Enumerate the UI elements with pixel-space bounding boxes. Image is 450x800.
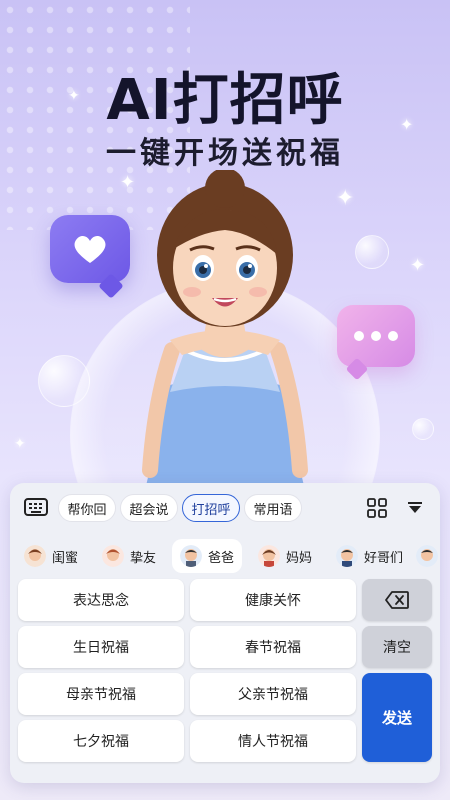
- backspace-icon: [385, 591, 409, 609]
- heart-chat-icon: [50, 215, 130, 283]
- avatar: [416, 545, 438, 567]
- contact-label: 闺蜜: [52, 550, 79, 566]
- bubble-decoration: [412, 418, 434, 440]
- phrase-key[interactable]: 母亲节祝福: [18, 673, 184, 715]
- contact-label: 妈妈: [286, 550, 313, 566]
- send-button[interactable]: 发送: [362, 673, 432, 762]
- avatar: [258, 545, 280, 567]
- phrase-key[interactable]: 健康关怀: [190, 579, 356, 621]
- tab-greeting[interactable]: 打招呼: [182, 494, 240, 522]
- character-illustration: [142, 170, 308, 490]
- contact-item[interactable]: 闺蜜: [16, 539, 86, 573]
- backspace-button[interactable]: [362, 579, 432, 621]
- contact-item-selected[interactable]: 爸爸: [172, 539, 243, 573]
- tab-smooth-talk[interactable]: 超会说: [120, 494, 178, 522]
- bubble-decoration: [355, 235, 389, 269]
- bubble-decoration: [38, 355, 90, 407]
- contact-item[interactable]: 挚友: [94, 539, 164, 573]
- contact-list: 闺蜜 挚友 爸爸 妈妈 好哥们: [10, 535, 440, 575]
- phrase-key[interactable]: 生日祝福: [18, 626, 184, 668]
- contact-label: 好哥们: [364, 550, 404, 566]
- contact-item[interactable]: 好哥们: [328, 539, 411, 573]
- phrase-key[interactable]: 情人节祝福: [190, 720, 356, 762]
- clear-button[interactable]: 清空: [362, 626, 432, 668]
- avatar: [336, 545, 358, 567]
- tab-common-phrases[interactable]: 常用语: [244, 494, 302, 522]
- phrase-key[interactable]: 父亲节祝福: [190, 673, 356, 715]
- toolbar: 帮你回 超会说 打招呼 常用语: [10, 483, 440, 533]
- avatar: [180, 545, 202, 567]
- contact-label: 爸爸: [208, 550, 235, 566]
- collapse-keyboard-icon[interactable]: [408, 502, 422, 514]
- contact-item[interactable]: [416, 539, 438, 573]
- grid-icon[interactable]: [367, 498, 387, 518]
- contact-item[interactable]: 妈妈: [250, 539, 320, 573]
- contact-label: 挚友: [130, 550, 157, 566]
- tab-reply-for-you[interactable]: 帮你回: [58, 494, 116, 522]
- sparkle-icon: ✦: [14, 436, 26, 452]
- avatar: [24, 545, 46, 567]
- phrase-key[interactable]: 七夕祝福: [18, 720, 184, 762]
- phrase-key[interactable]: 表达思念: [18, 579, 184, 621]
- ellipsis-chat-icon: [337, 305, 415, 367]
- page-title: AI打招呼: [106, 68, 344, 133]
- phrase-key[interactable]: 春节祝福: [190, 626, 356, 668]
- keyboard-panel: 帮你回 超会说 打招呼 常用语 闺蜜 挚友 爸爸 妈妈 好哥们 表达思念 健康关…: [10, 483, 440, 783]
- keyboard-icon[interactable]: [24, 497, 48, 517]
- hero-banner: ✦ ✦ ✦ ✦ ✦ ✦ AI打招呼 一键开场送祝福: [0, 0, 450, 490]
- sparkle-icon: ✦: [410, 255, 426, 276]
- sparkle-icon: ✦: [336, 186, 355, 211]
- page-subtitle: 一键开场送祝福: [106, 136, 344, 171]
- avatar: [102, 545, 124, 567]
